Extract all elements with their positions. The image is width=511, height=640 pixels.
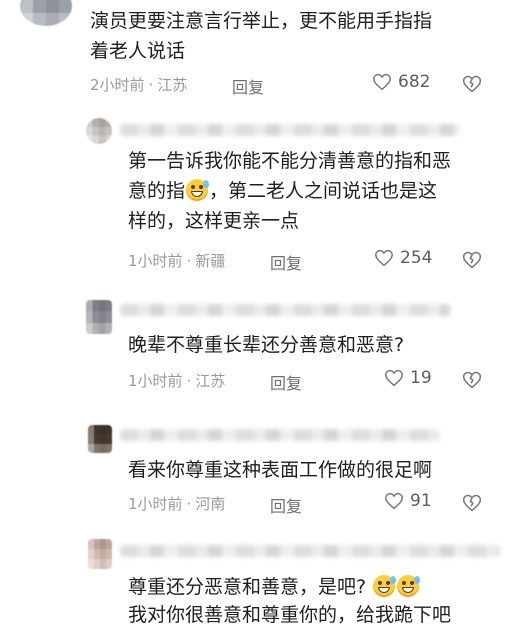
- grinning-sweat-emoji: [397, 575, 421, 597]
- reply-button[interactable]: 回复: [270, 250, 302, 274]
- comment-text: 晚辈不尊重长辈还分善意和恶意?: [128, 334, 405, 356]
- like-count: 254: [400, 248, 433, 268]
- broken-heart-icon[interactable]: [462, 370, 482, 390]
- comment-text-line: 尊重还分恶意和善意，是吧?: [128, 576, 367, 598]
- grinning-sweat-emoji: [373, 575, 397, 597]
- reply-item: 晚辈不尊重长辈还分善意和恶意? 1小时前 · 江苏 回复 19: [0, 290, 511, 400]
- reply-button[interactable]: 回复: [270, 493, 302, 517]
- comment-meta: 2小时前 · 江苏: [90, 74, 187, 95]
- comment-time: 1小时前: [128, 372, 183, 390]
- comment-item: 演员更要注意言行举止，更不能用手指指 着老人说话 2小时前 · 江苏 回复 682: [0, 0, 511, 105]
- grinning-sweat-emoji: [186, 179, 210, 201]
- comment-meta: 1小时前 · 新疆: [128, 250, 225, 271]
- username-blurred: [120, 124, 460, 136]
- username-blurred: [120, 545, 500, 557]
- broken-heart-icon[interactable]: [462, 493, 482, 513]
- heart-outline-icon: [385, 369, 403, 387]
- heart-outline-icon: [375, 249, 393, 267]
- like-button[interactable]: 19: [384, 368, 432, 388]
- like-button[interactable]: 682: [372, 72, 430, 92]
- comment-time: 1小时前: [128, 252, 183, 270]
- like-button[interactable]: 91: [384, 491, 432, 511]
- like-count: 682: [398, 72, 431, 92]
- separator: ·: [186, 495, 192, 513]
- comment-time: 2小时前: [90, 76, 145, 94]
- username-blurred: [120, 304, 450, 316]
- separator: ·: [148, 76, 154, 94]
- avatar[interactable]: [88, 539, 112, 569]
- avatar[interactable]: [86, 118, 112, 144]
- separator: ·: [186, 252, 192, 270]
- comment-location: 江苏: [195, 372, 226, 390]
- reply-item: 第一告诉我你能不能分清善意的指和恶 意的指 ，第二老人之间说话也是这 样的，这样更…: [0, 110, 511, 280]
- comment-text: 演员更要注意言行举止，更不能用手指指 着老人说话: [90, 10, 433, 62]
- comment-location: 新疆: [195, 252, 226, 270]
- avatar[interactable]: [86, 300, 112, 334]
- avatar[interactable]: [20, 0, 72, 26]
- reply-item: 看来你尊重这种表面工作做的很足啊 1小时前 · 河南 回复 91: [0, 415, 511, 525]
- like-count: 91: [410, 491, 432, 511]
- comment-text: 尊重还分恶意和善意，是吧? 我对你很善意和尊重你的，给我跪下吧: [128, 573, 510, 629]
- comment-location: 江苏: [157, 76, 188, 94]
- comment-text-line: 我对你很善意和尊重你的，给我跪下吧: [128, 604, 452, 626]
- reply-item: 尊重还分恶意和善意，是吧? 我对你很善意和尊重你的，给我跪下吧: [0, 535, 511, 640]
- comment-location: 河南: [195, 495, 226, 513]
- reply-button[interactable]: 回复: [270, 370, 302, 394]
- broken-heart-icon[interactable]: [462, 250, 482, 270]
- like-count: 19: [410, 368, 432, 388]
- broken-heart-icon[interactable]: [462, 74, 482, 94]
- comment-time: 1小时前: [128, 495, 183, 513]
- avatar[interactable]: [88, 425, 112, 453]
- heart-outline-icon: [385, 492, 403, 510]
- separator: ·: [186, 372, 192, 390]
- username-blurred: [120, 429, 440, 441]
- comment-text: 第一告诉我你能不能分清善意的指和恶 意的指 ，第二老人之间说话也是这 样的，这样更…: [128, 146, 508, 236]
- comment-meta: 1小时前 · 江苏: [128, 370, 225, 391]
- comment-text: 看来你尊重这种表面工作做的很足啊: [128, 459, 433, 481]
- comment-meta: 1小时前 · 河南: [128, 493, 225, 514]
- heart-outline-icon: [373, 73, 391, 91]
- reply-button[interactable]: 回复: [232, 74, 264, 98]
- like-button[interactable]: 254: [374, 248, 432, 268]
